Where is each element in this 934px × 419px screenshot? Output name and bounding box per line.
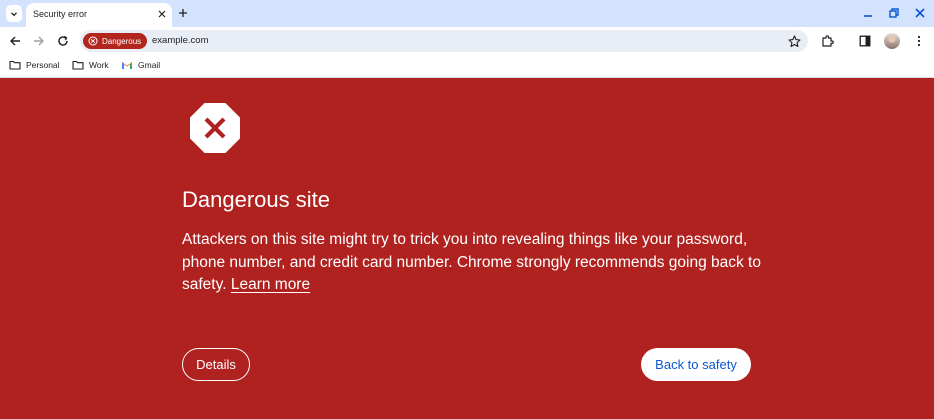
tab-close-button[interactable] xyxy=(156,8,168,20)
toolbar: Dangerous example.com xyxy=(0,27,934,56)
tab-security-error[interactable]: Security error xyxy=(26,3,172,27)
back-to-safety-button[interactable]: Back to safety xyxy=(641,348,751,381)
minimize-icon xyxy=(864,15,872,17)
url-text[interactable]: example.com xyxy=(152,35,209,46)
reload-icon xyxy=(58,35,68,46)
folder-icon xyxy=(72,60,84,70)
bookmark-star-button[interactable] xyxy=(786,33,802,49)
security-chip-label: Dangerous xyxy=(102,36,142,46)
dangerous-x-circle-icon xyxy=(88,36,98,46)
puzzle-icon xyxy=(821,34,834,47)
bookmark-label: Personal xyxy=(26,60,60,70)
profile-avatar[interactable] xyxy=(884,33,900,49)
tab-title: Security error xyxy=(33,9,88,19)
bookmark-gmail[interactable]: Gmail xyxy=(121,60,160,70)
page-title: Dangerous site xyxy=(182,187,330,212)
details-button[interactable]: Details xyxy=(182,348,250,381)
more-vertical-icon xyxy=(917,35,921,47)
minimize-button[interactable] xyxy=(861,6,875,20)
extensions-button[interactable] xyxy=(819,33,835,49)
interstitial-page: Dangerous site Attackers on this site mi… xyxy=(0,79,934,419)
arrow-left-icon xyxy=(10,36,20,46)
restore-button[interactable] xyxy=(887,6,901,20)
side-panel-button[interactable] xyxy=(857,33,873,49)
learn-more-link[interactable]: Learn more xyxy=(231,276,310,293)
bookmark-work[interactable]: Work xyxy=(72,60,109,70)
side-panel-icon xyxy=(859,35,871,47)
folder-icon xyxy=(9,60,21,70)
close-icon xyxy=(158,10,166,18)
arrow-right-icon xyxy=(34,36,44,46)
tab-strip: Security error xyxy=(0,0,934,27)
bookmark-label: Work xyxy=(89,60,109,70)
close-icon xyxy=(915,8,925,18)
address-bar[interactable]: Dangerous example.com xyxy=(80,30,808,52)
close-window-button[interactable] xyxy=(913,6,927,20)
star-icon xyxy=(787,34,801,47)
danger-stop-icon xyxy=(190,103,240,153)
tab-search-button[interactable] xyxy=(6,5,22,22)
back-button[interactable] xyxy=(7,33,23,49)
bookmark-label: Gmail xyxy=(138,60,161,70)
menu-button[interactable] xyxy=(911,33,927,49)
bookmark-personal[interactable]: Personal xyxy=(9,60,60,70)
forward-button[interactable] xyxy=(31,33,47,49)
warning-message: Attackers on this site might try to tric… xyxy=(182,229,782,297)
chevron-down-icon xyxy=(11,11,17,16)
plus-icon xyxy=(179,9,187,17)
browser-window: Security error Dangerous example.com Per… xyxy=(0,0,934,419)
reload-button[interactable] xyxy=(55,33,71,49)
new-tab-button[interactable] xyxy=(176,6,190,20)
bookmarks-bar: Personal Work Gmail xyxy=(0,56,934,78)
security-chip[interactable]: Dangerous xyxy=(83,33,148,49)
gmail-icon xyxy=(122,61,132,69)
restore-icon xyxy=(889,8,899,18)
